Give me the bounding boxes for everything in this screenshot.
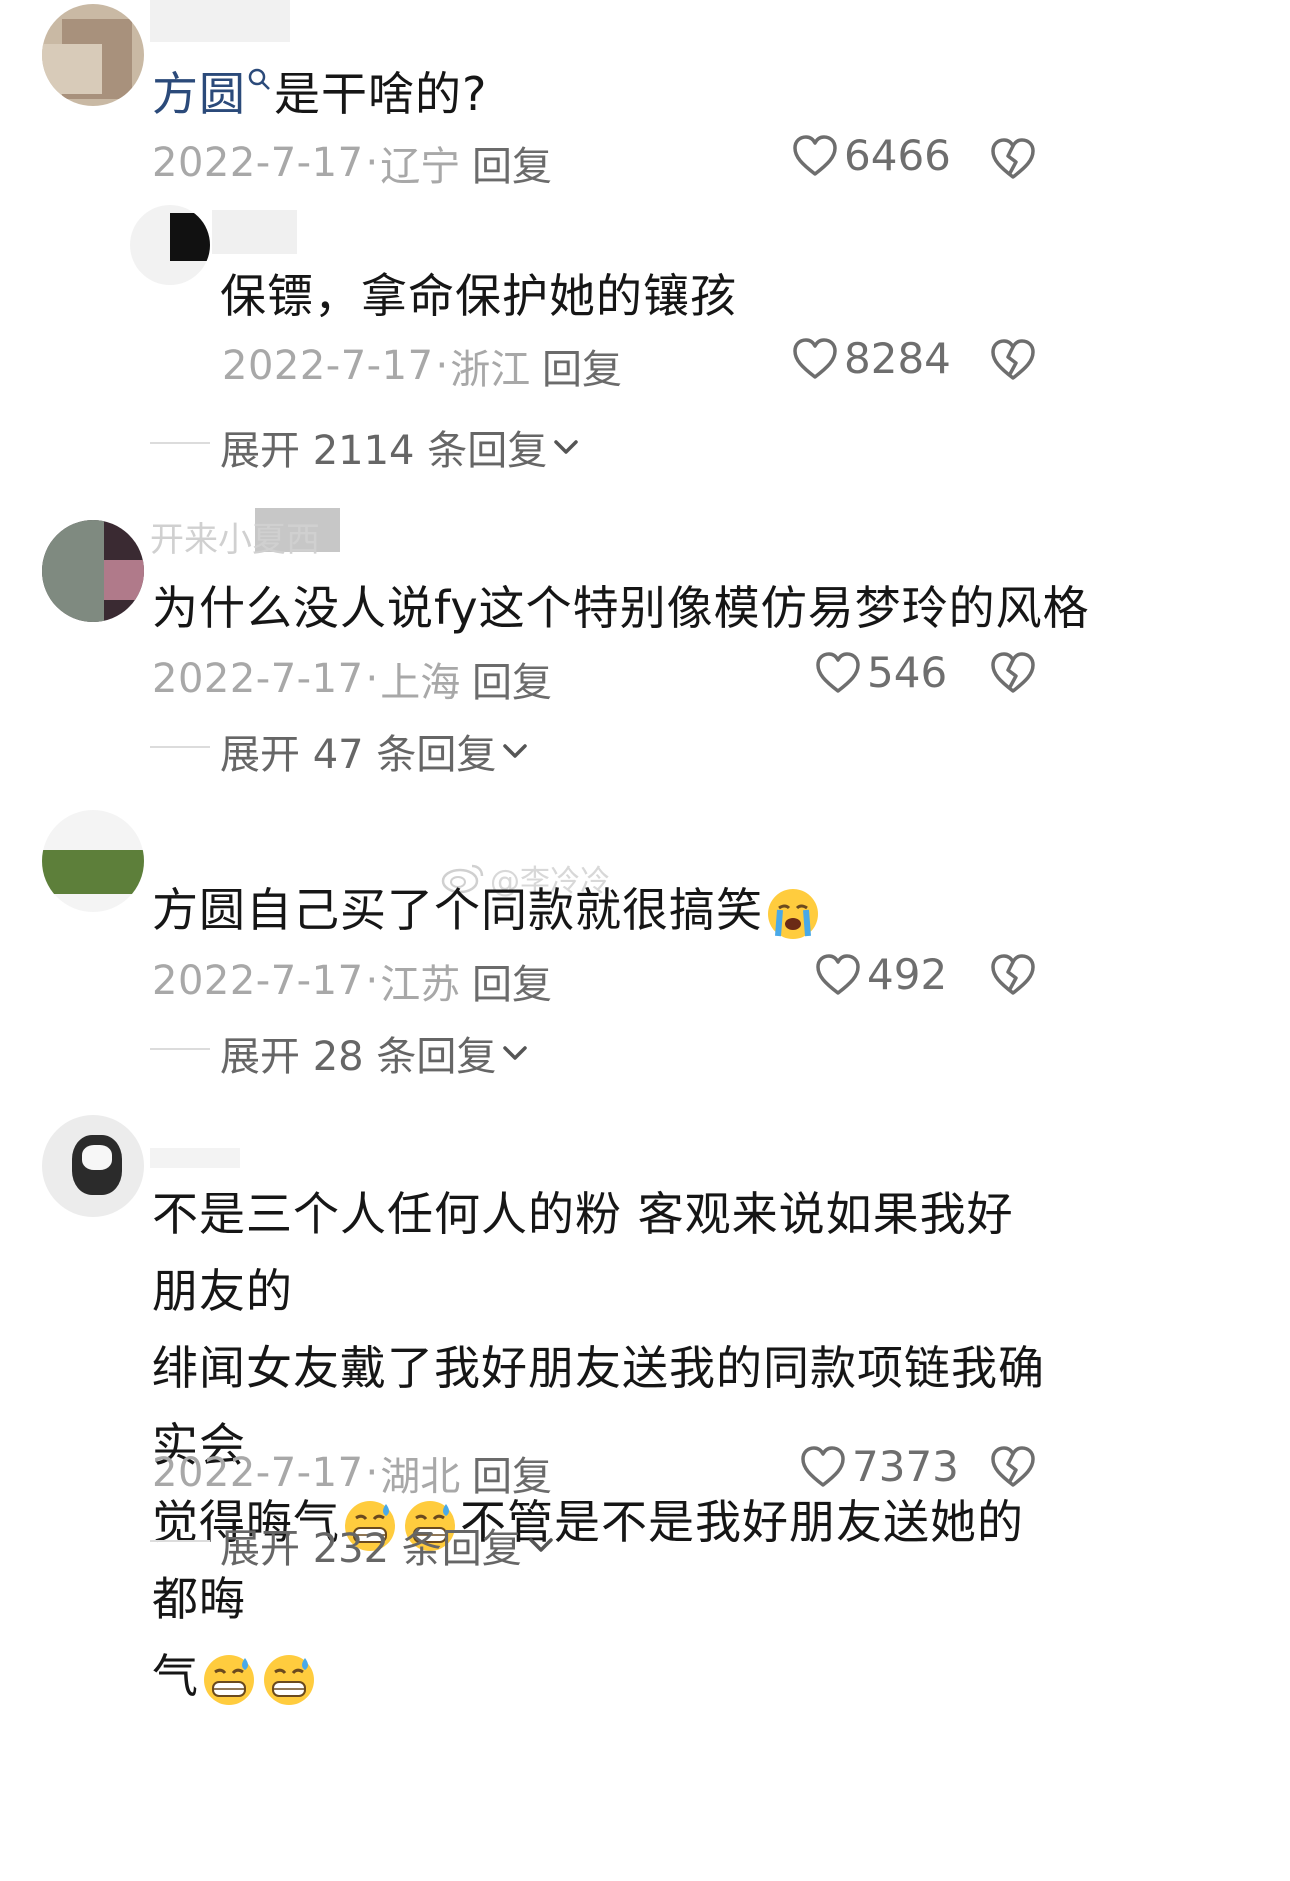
expand-replies-button[interactable]: 展开 2114 条回复 bbox=[220, 418, 581, 476]
comment-meta: 2022-7-17 · 上海 bbox=[152, 650, 460, 708]
comment-text: 方圆自己买了个同款就很搞笑 bbox=[152, 872, 823, 949]
username-redacted[interactable] bbox=[212, 210, 297, 254]
chevron-down-icon bbox=[554, 440, 578, 454]
username-redacted[interactable] bbox=[150, 0, 290, 42]
avatar[interactable] bbox=[42, 520, 144, 622]
comment-text: 方圆 是干啥的? bbox=[152, 67, 488, 121]
like-count: 6466 bbox=[844, 131, 951, 180]
comment-meta: 2022-7-17 · 湖北 bbox=[152, 1444, 460, 1502]
chevron-down-icon bbox=[529, 1538, 553, 1552]
comment-text: 为什么没人说fy这个特别像模仿易梦玲的风格 bbox=[152, 581, 1090, 635]
location: 江苏 bbox=[380, 962, 461, 1008]
expand-replies-button[interactable]: 展开 28 条回复 bbox=[220, 1024, 530, 1082]
separator: · bbox=[435, 343, 449, 389]
divider bbox=[150, 1540, 210, 1542]
heart-icon bbox=[816, 953, 860, 995]
divider bbox=[150, 442, 210, 444]
broken-heart-icon[interactable] bbox=[990, 338, 1036, 382]
date: 2022-7-17 bbox=[222, 343, 434, 389]
separator: · bbox=[365, 1450, 379, 1496]
broken-heart-icon[interactable] bbox=[990, 953, 1036, 997]
heart-icon bbox=[793, 337, 837, 379]
comment-meta: 2022-7-17 · 浙江 bbox=[222, 337, 530, 395]
location: 辽宁 bbox=[380, 144, 461, 190]
broken-heart-icon[interactable] bbox=[990, 137, 1036, 181]
like-button[interactable]: 6466 bbox=[792, 131, 951, 180]
expand-replies-button[interactable]: 展开 47 条回复 bbox=[220, 722, 530, 780]
expand-label: 展开 28 条回复 bbox=[220, 1034, 497, 1080]
separator: · bbox=[365, 958, 379, 1004]
expand-label: 展开 47 条回复 bbox=[220, 732, 497, 778]
like-button[interactable]: 8284 bbox=[792, 334, 951, 383]
avatar[interactable] bbox=[42, 4, 144, 106]
like-button[interactable]: 492 bbox=[815, 950, 947, 999]
location: 湖北 bbox=[380, 1454, 461, 1500]
username-redacted[interactable] bbox=[150, 1148, 240, 1168]
expand-replies-button[interactable]: 展开 232 条回复 bbox=[220, 1516, 556, 1574]
date: 2022-7-17 bbox=[152, 140, 364, 186]
separator: · bbox=[365, 656, 379, 702]
broken-heart-icon[interactable] bbox=[990, 1445, 1036, 1489]
location: 浙江 bbox=[450, 347, 531, 393]
reply-button[interactable]: 回复 bbox=[472, 134, 552, 192]
divider bbox=[150, 746, 210, 748]
topic-link[interactable]: 方圆 bbox=[152, 67, 246, 121]
divider bbox=[150, 1048, 210, 1050]
date: 2022-7-17 bbox=[152, 1450, 364, 1496]
like-button[interactable]: 7373 bbox=[800, 1442, 959, 1491]
reply-button[interactable]: 回复 bbox=[472, 1444, 552, 1502]
like-count: 7373 bbox=[852, 1442, 959, 1491]
reply-button[interactable]: 回复 bbox=[472, 952, 552, 1010]
grinning-sweat-emoji bbox=[264, 1654, 314, 1705]
loudly-crying-emoji bbox=[768, 888, 818, 939]
date: 2022-7-17 bbox=[152, 656, 364, 702]
separator: · bbox=[365, 140, 379, 186]
heart-icon bbox=[801, 1445, 845, 1487]
reply-button[interactable]: 回复 bbox=[542, 337, 622, 395]
location: 上海 bbox=[380, 660, 461, 706]
expand-label: 展开 2114 条回复 bbox=[220, 428, 548, 474]
avatar[interactable] bbox=[42, 810, 144, 912]
chevron-down-icon bbox=[503, 744, 528, 758]
avatar[interactable] bbox=[130, 205, 210, 285]
reply-button[interactable]: 回复 bbox=[472, 650, 552, 708]
heart-icon bbox=[816, 651, 860, 693]
date: 2022-7-17 bbox=[152, 958, 364, 1004]
like-button[interactable]: 546 bbox=[815, 648, 947, 697]
comment-text: 保镖，拿命保护她的镶孩 bbox=[220, 269, 737, 323]
like-count: 546 bbox=[867, 648, 948, 697]
grinning-sweat-emoji bbox=[204, 1654, 254, 1705]
comment-meta: 2022-7-17 · 辽宁 bbox=[152, 134, 460, 192]
like-count: 492 bbox=[867, 950, 948, 999]
chevron-down-icon bbox=[503, 1046, 528, 1060]
expand-label: 展开 232 条回复 bbox=[220, 1526, 522, 1572]
broken-heart-icon[interactable] bbox=[990, 651, 1036, 695]
search-icon bbox=[248, 68, 270, 90]
username[interactable]: 开来小夏西 bbox=[150, 512, 320, 561]
comment-meta: 2022-7-17 · 江苏 bbox=[152, 952, 460, 1010]
heart-icon bbox=[793, 134, 837, 176]
avatar[interactable] bbox=[42, 1115, 144, 1217]
like-count: 8284 bbox=[844, 334, 951, 383]
